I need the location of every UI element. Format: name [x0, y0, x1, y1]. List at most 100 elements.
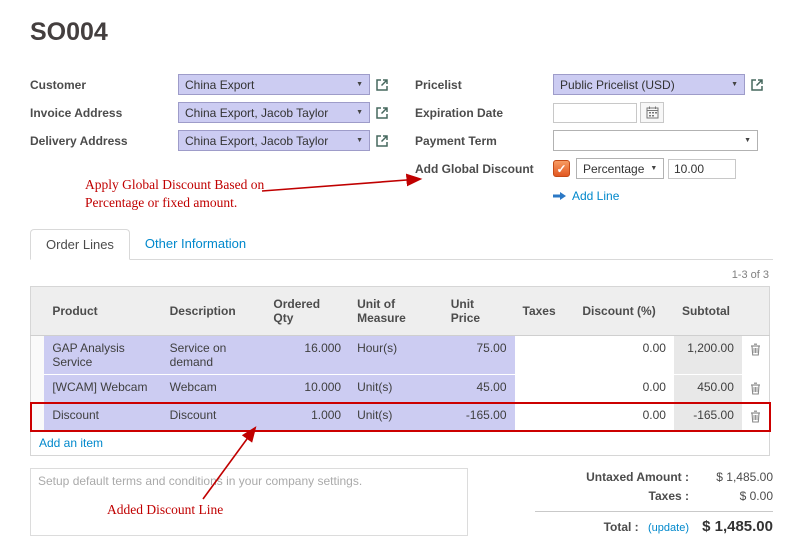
page-title: SO004 [0, 0, 803, 47]
table-row-discount[interactable]: Discount Discount 1.000 Unit(s) -165.00 … [31, 403, 770, 431]
add-an-item-link[interactable]: Add an item [39, 436, 103, 450]
customer-label: Customer [30, 78, 178, 92]
delivery-address-select[interactable]: China Export, Jacob Taylor ▼ [178, 130, 370, 151]
cell-unit-price[interactable]: 75.00 [443, 336, 515, 375]
cell-unit-price[interactable]: -165.00 [443, 403, 515, 431]
cell-unit-price[interactable]: 45.00 [443, 375, 515, 403]
cell-taxes[interactable] [515, 375, 575, 403]
invoice-address-select[interactable]: China Export, Jacob Taylor ▼ [178, 102, 370, 123]
payment-term-select[interactable]: ▼ [553, 130, 758, 151]
customer-field-row: Customer China Export ▼ [30, 73, 415, 96]
update-link[interactable]: (update) [648, 522, 689, 534]
cell-taxes[interactable] [515, 403, 575, 431]
discount-type-value: Percentage [583, 162, 644, 176]
payment-term-field-row: Payment Term ▼ [415, 129, 773, 152]
tab-other-information[interactable]: Other Information [130, 229, 261, 260]
right-arrow-icon [553, 191, 567, 201]
add-item-row: Add an item [31, 431, 770, 456]
cell-description[interactable]: Webcam [162, 375, 266, 403]
cell-uom[interactable]: Hour(s) [349, 336, 443, 375]
trash-icon[interactable] [750, 412, 761, 426]
chevron-down-icon: ▼ [725, 81, 738, 88]
total-label: Total : [604, 520, 639, 534]
delivery-address-field-row: Delivery Address China Export, Jacob Tay… [30, 129, 415, 152]
add-line-link[interactable]: Add Line [553, 189, 773, 203]
total-row: Total : (update) $ 1,485.00 [535, 518, 773, 535]
customer-external-link-icon[interactable] [375, 78, 389, 92]
discount-type-select[interactable]: Percentage ▼ [576, 158, 664, 179]
row-handle [31, 375, 45, 403]
chevron-down-icon: ▼ [350, 109, 363, 116]
invoice-address-field-row: Invoice Address China Export, Jacob Tayl… [30, 101, 415, 124]
header-discount: Discount (%) [574, 287, 674, 336]
cell-product[interactable]: Discount [44, 403, 161, 431]
global-discount-label: Add Global Discount [415, 162, 553, 176]
delivery-address-external-link-icon[interactable] [375, 134, 389, 148]
cell-uom[interactable]: Unit(s) [349, 375, 443, 403]
invoice-address-external-link-icon[interactable] [375, 106, 389, 120]
cell-qty[interactable]: 10.000 [265, 375, 349, 403]
cell-description[interactable]: Discount [162, 403, 266, 431]
trash-icon[interactable] [750, 384, 761, 398]
delivery-address-label: Delivery Address [30, 134, 178, 148]
tab-order-lines[interactable]: Order Lines [30, 229, 130, 260]
expiration-date-input[interactable] [553, 103, 637, 123]
taxes-row: Taxes : $ 0.00 [535, 489, 773, 503]
chevron-down-icon: ▼ [644, 165, 657, 172]
trash-icon[interactable] [750, 345, 761, 359]
pager: 1-3 of 3 [0, 260, 803, 286]
row-handle [31, 403, 45, 431]
untaxed-amount-label: Untaxed Amount : [535, 470, 689, 484]
bottom-section: Untaxed Amount : $ 1,485.00 Taxes : $ 0.… [0, 456, 803, 540]
terms-textarea[interactable] [30, 468, 468, 536]
cell-qty[interactable]: 16.000 [265, 336, 349, 375]
chevron-down-icon: ▼ [738, 137, 751, 144]
header-unit-price: Unit Price [443, 287, 515, 336]
cell-discount[interactable]: 0.00 [574, 375, 674, 403]
header-unit-of-measure: Unit of Measure [349, 287, 443, 336]
form-right-column: Pricelist Public Pricelist (USD) ▼ Expir… [415, 73, 773, 203]
untaxed-amount-row: Untaxed Amount : $ 1,485.00 [535, 470, 773, 484]
cell-qty[interactable]: 1.000 [265, 403, 349, 431]
total-value: $ 1,485.00 [689, 518, 773, 535]
cell-product[interactable]: GAP Analysis Service [44, 336, 161, 375]
global-discount-checkbox[interactable]: ✓ [553, 160, 570, 177]
header-subtotal: Subtotal [674, 287, 742, 336]
global-discount-field-row: Add Global Discount ✓ Percentage ▼ [415, 157, 773, 180]
expiration-date-label: Expiration Date [415, 106, 553, 120]
annotation-discount-line: Added Discount Line [107, 501, 223, 519]
payment-term-label: Payment Term [415, 134, 553, 148]
invoice-address-value: China Export, Jacob Taylor [185, 106, 328, 120]
table-row[interactable]: GAP Analysis Service Service on demand 1… [31, 336, 770, 375]
cell-uom[interactable]: Unit(s) [349, 403, 443, 431]
pricelist-external-link-icon[interactable] [750, 78, 764, 92]
cell-subtotal: 450.00 [674, 375, 742, 403]
customer-select[interactable]: China Export ▼ [178, 74, 370, 95]
sales-order-page: SO004 Customer China Export ▼ Invoice Ad… [0, 0, 803, 545]
cell-discount[interactable]: 0.00 [574, 403, 674, 431]
cell-discount[interactable]: 0.00 [574, 336, 674, 375]
cell-taxes[interactable] [515, 336, 575, 375]
header-actions [742, 287, 770, 336]
chevron-down-icon: ▼ [350, 81, 363, 88]
header-description: Description [162, 287, 266, 336]
pricelist-value: Public Pricelist (USD) [560, 78, 675, 92]
pricelist-select[interactable]: Public Pricelist (USD) ▼ [553, 74, 745, 95]
taxes-label: Taxes : [535, 489, 689, 503]
header-taxes: Taxes [515, 287, 575, 336]
cell-product[interactable]: [WCAM] Webcam [44, 375, 161, 403]
cell-description[interactable]: Service on demand [162, 336, 266, 375]
cell-actions [742, 375, 770, 403]
order-lines-table: Product Description Ordered Qty Unit of … [30, 286, 770, 456]
table-row[interactable]: [WCAM] Webcam Webcam 10.000 Unit(s) 45.0… [31, 375, 770, 403]
discount-amount-input[interactable] [668, 159, 736, 179]
totals-divider [535, 511, 773, 512]
chevron-down-icon: ▼ [350, 137, 363, 144]
cell-actions [742, 336, 770, 375]
header-handle [31, 287, 45, 336]
row-handle [31, 336, 45, 375]
untaxed-amount-value: $ 1,485.00 [689, 470, 773, 484]
table-header-row: Product Description Ordered Qty Unit of … [31, 287, 770, 336]
customer-value: China Export [185, 78, 254, 92]
calendar-icon[interactable] [640, 102, 664, 123]
